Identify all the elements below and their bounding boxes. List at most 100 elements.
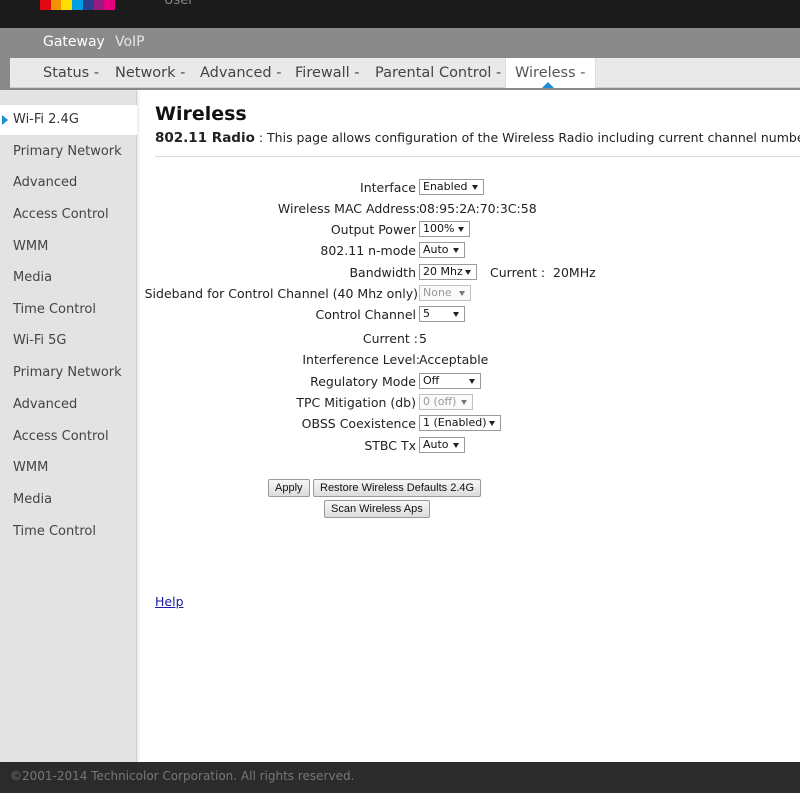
sidebar: Wi-Fi 2.4G Primary Network Advanced Acce… [0, 90, 137, 762]
sidebar-item-primary-network-5g[interactable]: Primary Network [0, 358, 137, 388]
sideband-value: None [423, 286, 452, 299]
output-power-value: 100% [423, 222, 455, 235]
regulatory-mode-row: Regulatory Mode Off [155, 371, 800, 391]
sidebar-item-access-control-2-4g[interactable]: Access Control [0, 200, 137, 230]
chevron-down-icon [489, 421, 495, 426]
bandwidth-row: Bandwidth 20 Mhz Current : 20MHz [155, 262, 800, 282]
navigation-band: Gateway VoIP Status - Network - Advanced… [0, 28, 800, 90]
sidebar-item-wmm-5g[interactable]: WMM [0, 453, 137, 483]
mac-address-label: Wireless MAC Address: [277, 201, 420, 216]
control-channel-row: Control Channel 5 [155, 304, 800, 324]
regulatory-mode-select[interactable]: Off [419, 372, 481, 389]
output-power-label: Output Power [330, 222, 416, 237]
sideband-select[interactable]: None [419, 284, 471, 301]
tpc-mitigation-row: TPC Mitigation (db) 0 (off) [155, 392, 800, 412]
interface-row: Interface Enabled [155, 177, 800, 197]
sub-nav: Status - Network - Advanced - Firewall -… [10, 58, 800, 88]
n-mode-row: 802.11 n-mode Auto [155, 240, 800, 260]
footer: ©2001-2014 Technicolor Corporation. All … [0, 762, 800, 793]
sidebar-item-media-5g[interactable]: Media [0, 485, 137, 515]
apply-button[interactable]: Apply [268, 479, 310, 497]
sideband-label: Sideband for Control Channel (40 Mhz onl… [144, 286, 418, 301]
sidebar-item-advanced-2-4g[interactable]: Advanced [0, 168, 137, 198]
bandwidth-label: Bandwidth [349, 265, 416, 280]
stbc-tx-select[interactable]: Auto [419, 436, 465, 453]
sidebar-item-advanced-5g[interactable]: Advanced [0, 390, 137, 420]
tab-advanced[interactable]: Advanced - [200, 63, 281, 87]
chevron-down-icon [469, 379, 475, 384]
logo-stripe [104, 0, 116, 10]
sideband-row: Sideband for Control Channel (40 Mhz onl… [145, 283, 800, 303]
interface-label: Interface [360, 180, 416, 195]
stbc-tx-value: Auto [423, 438, 449, 451]
output-power-select[interactable]: 100% [419, 220, 470, 237]
chevron-down-icon [465, 270, 471, 275]
sidebar-item-access-control-5g[interactable]: Access Control [0, 422, 137, 452]
chevron-down-icon [459, 291, 465, 296]
tpc-mitigation-label: TPC Mitigation (db) [296, 395, 416, 410]
mac-address-row: Wireless MAC Address: 08:95:2A:70:3C:58 [155, 198, 800, 218]
sidebar-item-wifi-5g[interactable]: Wi-Fi 5G [0, 326, 137, 356]
interface-select[interactable]: Enabled [419, 178, 484, 195]
n-mode-select[interactable]: Auto [419, 241, 465, 258]
logo-stripe [82, 0, 94, 10]
main-nav-gateway[interactable]: Gateway [43, 34, 105, 50]
page-title: Wireless [155, 103, 247, 125]
stbc-tx-label: STBC Tx [364, 438, 416, 453]
interference-row: Interference Level: Acceptable [155, 349, 800, 369]
control-channel-label: Control Channel [315, 307, 416, 322]
tab-status[interactable]: Status - [43, 63, 99, 87]
logo-stripe [61, 0, 73, 10]
page-subtitle-heading: 802.11 Radio [155, 130, 255, 146]
title-divider [155, 156, 800, 157]
bandwidth-current-value: 20MHz [553, 265, 596, 280]
sidebar-item-wmm-2-4g[interactable]: WMM [0, 232, 137, 262]
tab-firewall[interactable]: Firewall - [295, 63, 360, 87]
regulatory-mode-value: Off [423, 374, 440, 387]
tpc-mitigation-select[interactable]: 0 (off) [419, 393, 473, 410]
chevron-down-icon [472, 185, 478, 190]
interface-value: Enabled [423, 180, 468, 193]
main-nav: Gateway VoIP [0, 28, 800, 58]
sidebar-item-time-control-5g[interactable]: Time Control [0, 517, 137, 547]
technicolor-logo [40, 0, 116, 10]
active-tab-caret-icon [542, 82, 554, 88]
sidebar-item-label: Wi-Fi 2.4G [13, 112, 79, 127]
help-link[interactable]: Help [155, 594, 184, 609]
top-header: User [0, 0, 800, 28]
tab-wireless-label: Wireless - [515, 65, 586, 81]
current-channel-label: Current : [362, 331, 418, 346]
logo-stripe [72, 0, 83, 10]
sidebar-item-wifi-2-4g[interactable]: Wi-Fi 2.4G [0, 105, 137, 135]
logo-stripe [50, 0, 62, 10]
chevron-down-icon [458, 227, 464, 232]
obss-coexistence-label: OBSS Coexistence [301, 416, 416, 431]
sidebar-item-time-control-2-4g[interactable]: Time Control [0, 295, 137, 325]
interference-value: Acceptable [419, 352, 489, 367]
chevron-down-icon [453, 443, 459, 448]
tab-wireless[interactable]: Wireless - [505, 58, 596, 88]
n-mode-value: Auto [423, 243, 449, 256]
obss-coexistence-select[interactable]: 1 (Enabled) [419, 414, 501, 431]
bandwidth-select[interactable]: 20 Mhz [419, 263, 477, 280]
chevron-down-icon [453, 248, 459, 253]
stbc-tx-row: STBC Tx Auto [155, 435, 800, 455]
active-arrow-icon [2, 115, 8, 125]
current-channel-value: 5 [419, 331, 427, 346]
restore-defaults-button[interactable]: Restore Wireless Defaults 2.4G [313, 479, 482, 497]
bandwidth-value: 20 Mhz [423, 265, 463, 278]
mac-address-value: 08:95:2A:70:3C:58 [419, 201, 537, 216]
bandwidth-current-label: Current : [490, 265, 546, 280]
interference-label: Interference Level: [302, 352, 420, 367]
obss-coexistence-value: 1 (Enabled) [423, 416, 487, 429]
obss-coexistence-row: OBSS Coexistence 1 (Enabled) [155, 413, 800, 433]
control-channel-select[interactable]: 5 [419, 305, 465, 322]
main-nav-voip[interactable]: VoIP [115, 34, 145, 50]
tab-network[interactable]: Network - [115, 63, 185, 87]
n-mode-label: 802.11 n-mode [320, 243, 416, 258]
logo-stripe [93, 0, 105, 10]
sidebar-item-primary-network-2-4g[interactable]: Primary Network [0, 137, 137, 167]
tab-parental-control[interactable]: Parental Control - [375, 63, 501, 87]
sidebar-item-media-2-4g[interactable]: Media [0, 263, 137, 293]
scan-wireless-aps-button[interactable]: Scan Wireless Aps [324, 500, 430, 518]
